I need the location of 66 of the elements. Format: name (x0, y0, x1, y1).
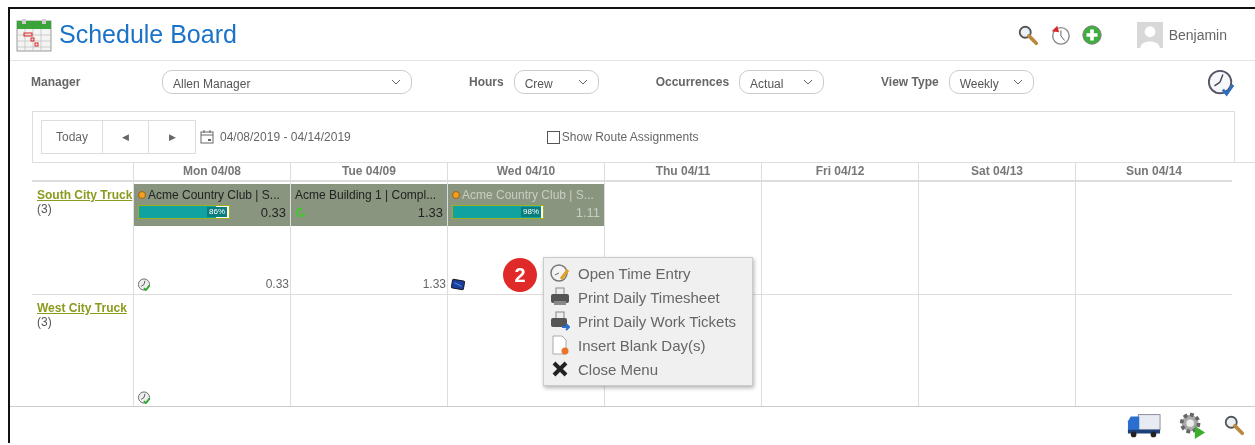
filter-dropdown[interactable]: Weekly (948, 70, 1034, 94)
calendar-icon (16, 17, 52, 52)
chevron-icon (803, 79, 814, 85)
date-range: 04/08/2019 - 04/14/2019 (220, 130, 351, 144)
resource-link[interactable]: South City Truck (37, 188, 133, 202)
calendar-icon[interactable] (200, 130, 214, 144)
tablet-icon[interactable] (451, 278, 465, 291)
day-cell[interactable] (1075, 181, 1232, 294)
day-header: Tue 04/09 (290, 163, 447, 181)
filter-dropdown[interactable]: Crew (513, 70, 599, 94)
filter-label: Hours (469, 75, 504, 89)
add-icon[interactable] (1080, 23, 1103, 46)
page-title: Schedule Board (59, 20, 237, 49)
day-header: Mon 04/08 (133, 163, 290, 181)
day-cell[interactable] (918, 181, 1075, 294)
day-cell[interactable] (761, 181, 918, 294)
filter-label: Occurrences (655, 75, 730, 89)
day-cell[interactable] (290, 294, 447, 407)
day-cell[interactable]: Acme Country Club | S... 86% 0.33 0.33 (133, 181, 290, 294)
filter-dropdown[interactable]: Allen Manager (162, 70, 412, 94)
job-hours: 1.11 (575, 204, 600, 220)
route-checkbox[interactable] (546, 130, 560, 144)
clock-check-icon[interactable] (1207, 69, 1235, 97)
search-icon[interactable] (1016, 23, 1039, 46)
search-icon[interactable] (1223, 414, 1245, 436)
job-card[interactable]: Acme Country Club | S... 98% 1.11 (448, 184, 604, 226)
job-card[interactable]: Acme Building 1 | Compl... 1.33 (291, 184, 447, 226)
day-total: 1.33 (422, 277, 446, 291)
step-badge: 2 (503, 258, 537, 292)
clock-check-icon[interactable] (137, 391, 151, 404)
chevron-icon (391, 79, 401, 85)
filter-label: View Type (881, 75, 939, 89)
resource-count: (3) (37, 315, 53, 329)
job-hours: 0.33 (260, 204, 286, 220)
resource-link[interactable]: West City Truck (37, 301, 133, 315)
job-card[interactable]: Acme Country Club | S... 86% 0.33 (134, 184, 290, 226)
clock-check-icon[interactable] (137, 278, 151, 291)
job-title: Acme Country Club | S... (462, 187, 594, 202)
close-icon (550, 359, 570, 379)
clock-pencil-icon (550, 263, 570, 283)
printer-icon (550, 287, 570, 307)
day-header: Wed 04/10 (447, 163, 604, 181)
job-hours: 1.33 (417, 204, 443, 220)
day-cell[interactable]: Acme Building 1 | Compl... 1.33 1.33 (290, 181, 447, 294)
day-cell[interactable] (761, 294, 918, 407)
resource-count: (3) (37, 202, 53, 216)
menu-item[interactable]: Close Menu (550, 357, 752, 381)
progress-percent: 98% (521, 207, 541, 217)
blank-page-icon (550, 335, 570, 355)
filter-dropdown[interactable]: Actual (739, 70, 825, 94)
day-cell[interactable] (1075, 294, 1232, 407)
menu-item[interactable]: Insert Blank Day(s) (550, 333, 752, 357)
filter-label: Manager (31, 75, 82, 89)
refresh-icon (295, 206, 306, 218)
day-cell[interactable] (918, 294, 1075, 407)
progress-percent: 86% (207, 207, 227, 217)
user-name[interactable]: Benjamin (1168, 26, 1227, 43)
job-title: Acme Country Club | S... (148, 187, 280, 202)
printer-icon (550, 311, 570, 331)
day-total: 0.33 (265, 277, 289, 291)
chevron-icon (1012, 79, 1023, 85)
checkbox-label[interactable]: Show Route Assignments (561, 130, 699, 144)
truck-icon[interactable] (1127, 411, 1161, 439)
chevron-icon (577, 79, 588, 85)
menu-item[interactable]: Print Daily Work Tickets (550, 309, 752, 333)
job-title: Acme Building 1 | Compl... (295, 187, 437, 202)
